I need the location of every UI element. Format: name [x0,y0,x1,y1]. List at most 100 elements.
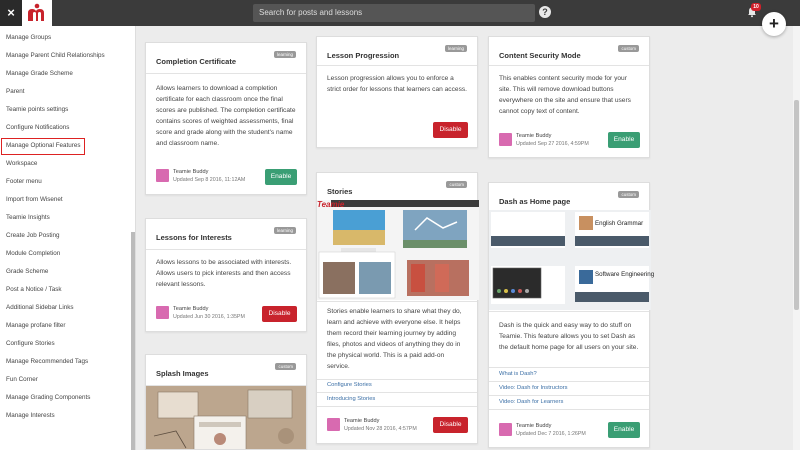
lessons-for-interests-card: Lessons for Interests learning Allows le… [145,218,307,332]
enable-button[interactable]: Enable [608,422,640,438]
sidebar-item-optional-features[interactable]: Manage Optional Features [1,138,85,155]
stories-preview-image [317,200,479,300]
disable-button[interactable]: Disable [262,306,297,322]
sidebar-item-grading-components[interactable]: Manage Grading Components [2,390,122,406]
author-avatar [327,418,340,431]
dash-tile-label: Software Engineering [595,271,655,278]
completion-certificate-card: Completion Certificate learning Allows l… [145,42,307,195]
disable-button[interactable]: Disable [433,122,468,138]
divider [489,65,649,66]
author-name[interactable]: Teamie Buddy [516,133,551,139]
search-input[interactable]: Search for posts and lessons [253,4,535,22]
updated-date: Updated Dec 7 2016, 1:26PM [516,431,586,437]
disable-button[interactable]: Disable [433,417,468,433]
card-description: Dash is the quick and easy way to do stu… [499,322,639,351]
card-title: Splash Images [156,369,209,378]
card-title: Content Security Mode [499,51,581,60]
divider [489,409,649,410]
sidebar-item-configure-stories[interactable]: Configure Stories [2,336,122,352]
updated-date: Updated Sep 8 2016, 11:12AM [173,177,246,183]
add-button[interactable]: + [762,12,786,36]
author-name[interactable]: Teamie Buddy [344,418,379,424]
card-description: Allows learners to download a completion… [156,85,296,147]
page-scrollbar-thumb[interactable] [794,100,799,310]
card-title: Dash as Home page [499,197,571,206]
author-avatar [499,133,512,146]
content-security-mode-card: Content Security Mode custom This enable… [488,36,650,158]
dash-tile-label: English Grammar [595,220,644,227]
divider [317,65,477,66]
card-tag: learning [444,45,467,52]
sidebar-item-parent[interactable]: Parent [2,84,122,100]
sidebar-scrollbar[interactable] [131,232,135,450]
divider [317,392,477,393]
close-icon: × [7,5,15,20]
sidebar-item-manage-grade-scheme[interactable]: Manage Grade Scheme [2,66,122,82]
sidebar-item-configure-notifications[interactable]: Configure Notifications [2,120,122,136]
author-avatar [499,423,512,436]
card-title: Completion Certificate [156,57,237,66]
divider [489,367,649,368]
card-tag: custom [275,363,296,370]
sidebar-item-additional-sidebar-links[interactable]: Additional Sidebar Links [2,300,122,316]
help-icon[interactable]: ? [539,6,551,18]
updated-date: Updated Nov 28 2016, 4:57PM [344,426,417,432]
card-description: Lesson progression allows you to enforce… [327,75,467,93]
card-title: Lessons for Interests [156,233,232,242]
card-description: This enables content security mode for y… [499,75,631,115]
author-name[interactable]: Teamie Buddy [516,423,551,429]
card-title: Lesson Progression [327,51,400,60]
admin-sidebar: Manage Groups Manage Parent Child Relati… [0,26,136,450]
splash-image-preview [146,386,306,449]
sidebar-item-workspace[interactable]: Workspace [2,156,122,172]
sidebar-item-module-completion[interactable]: Module Completion [2,246,122,262]
card-description: Stories enable learners to share what th… [327,308,462,370]
divider [317,301,477,302]
lesson-progression-card: Lesson Progression learning Lesson progr… [316,36,478,148]
teamie-logo[interactable] [22,0,52,26]
close-menu-button[interactable]: × [0,0,22,26]
card-description: Allows lessons to be associated with int… [156,259,292,288]
logo-icon [28,3,44,21]
what-is-dash-link[interactable]: What is Dash? [499,371,537,377]
card-tag: custom [446,181,467,188]
sidebar-item-recommended-tags[interactable]: Manage Recommended Tags [2,354,122,370]
sidebar-item-parent-child-relationships[interactable]: Manage Parent Child Relationships [2,48,122,64]
enable-button[interactable]: Enable [608,132,640,148]
author-name[interactable]: Teamie Buddy [173,169,208,175]
stories-card: Stories custom Teamie Stories enable lea… [316,172,479,444]
updated-date: Updated Jun 30 2016, 1:35PM [173,314,245,320]
splash-images-card: Splash Images custom [145,354,307,450]
dash-home-page-card: Dash as Home page custom English Grammar… [488,182,654,448]
divider [317,379,477,380]
configure-stories-link[interactable]: Configure Stories [327,382,372,388]
dash-instructors-video-link[interactable]: Video: Dash for Instructors [499,385,568,391]
sidebar-item-teamie-insights[interactable]: Teamie Insights [2,210,122,226]
author-avatar [156,306,169,319]
sidebar-item-profane-filter[interactable]: Manage profane filter [2,318,122,334]
sidebar-item-create-job-posting[interactable]: Create Job Posting [2,228,122,244]
divider [146,73,306,74]
sidebar-item-teamie-points[interactable]: Teamie points settings [2,102,122,118]
updated-date: Updated Sep 27 2016, 4:59PM [516,141,589,147]
sidebar-item-manage-groups[interactable]: Manage Groups [2,30,122,46]
sidebar-item-grade-scheme[interactable]: Grade Scheme [2,264,122,280]
author-name[interactable]: Teamie Buddy [173,306,208,312]
teamie-logo-text: Teamie [317,200,345,209]
card-tag: custom [618,191,639,198]
enable-button[interactable]: Enable [265,169,297,185]
card-title: Stories [327,187,353,196]
card-tag: learning [273,51,296,58]
card-tag: custom [618,45,639,52]
card-tag: learning [273,227,296,234]
divider [146,249,306,250]
divider [489,395,649,396]
sidebar-item-footer-menu[interactable]: Footer menu [2,174,122,190]
sidebar-item-manage-interests[interactable]: Manage Interests [2,408,122,424]
sidebar-item-fun-corner[interactable]: Fun Corner [2,372,122,388]
dash-learners-video-link[interactable]: Video: Dash for Learners [499,399,563,405]
sidebar-item-post-notice-task[interactable]: Post a Notice / Task [2,282,122,298]
introducing-stories-link[interactable]: Introducing Stories [327,396,375,402]
divider [489,381,649,382]
sidebar-item-import-wisenet[interactable]: Import from Wisenet [2,192,122,208]
